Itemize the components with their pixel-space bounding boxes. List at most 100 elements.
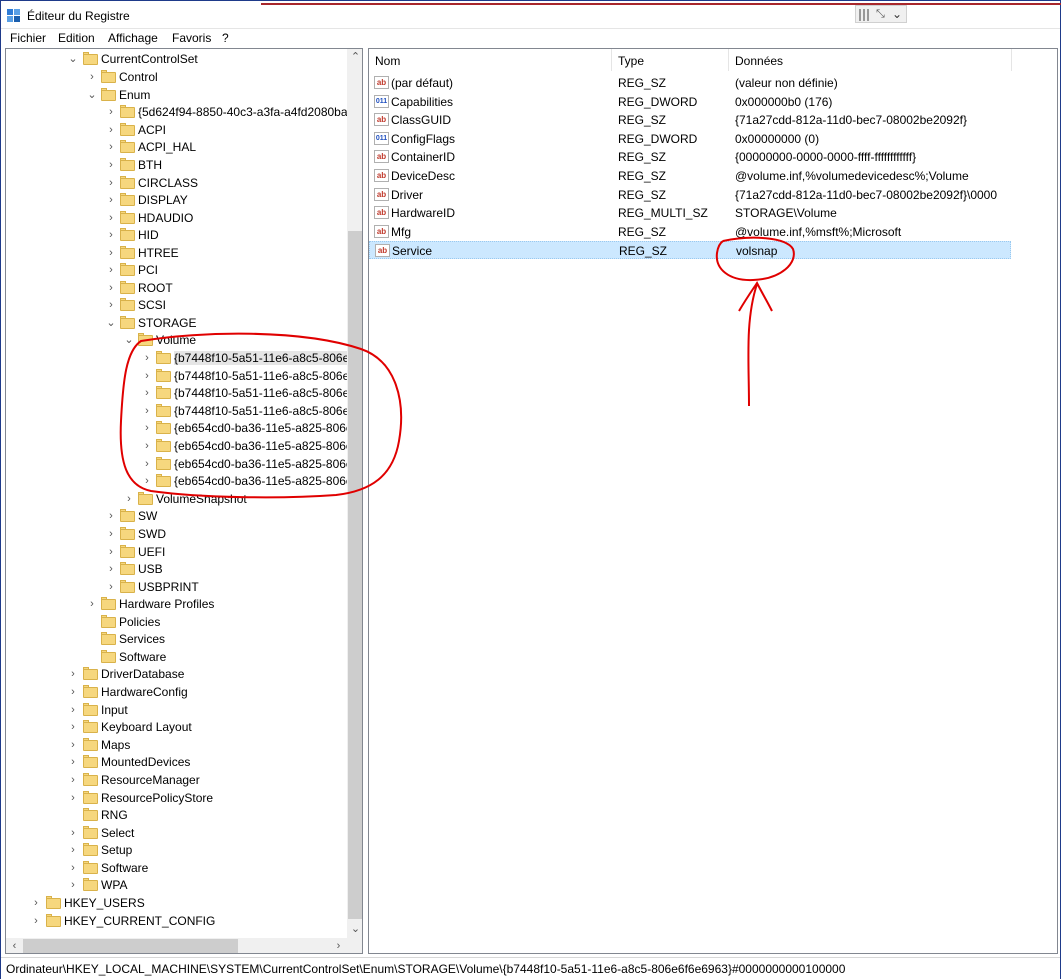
tree-scroll-thumb[interactable] [348, 231, 362, 919]
scroll-down-icon[interactable]: ⌄ [347, 921, 362, 938]
expand-chevron-icon[interactable]: › [67, 738, 79, 752]
expand-chevron-icon[interactable]: › [86, 70, 98, 84]
tree-item[interactable]: › DISPLAY [6, 192, 347, 209]
expand-chevron-icon[interactable]: › [67, 703, 79, 717]
expand-chevron-icon[interactable]: › [105, 263, 117, 277]
tree-item[interactable]: Policies [6, 614, 347, 631]
collapse-chevron-icon[interactable]: ⌄ [86, 88, 98, 102]
expand-chevron-icon[interactable]: › [67, 720, 79, 734]
expand-chevron-icon[interactable]: › [67, 878, 79, 892]
tree-item[interactable]: › Software [6, 860, 347, 877]
column-header-type[interactable]: Type [618, 54, 644, 68]
menu-fichier[interactable]: Fichier [10, 31, 46, 45]
tree-item[interactable]: › {eb654cd0-ba36-11e5-a825-806e6f6e6963}#… [6, 473, 362, 490]
expand-chevron-icon[interactable]: › [67, 861, 79, 875]
expand-chevron-icon[interactable]: › [105, 509, 117, 523]
tree-item[interactable]: › CIRCLASS [6, 175, 347, 192]
tree-item[interactable]: › {eb654cd0-ba36-11e5-a825-806e6f6e6963}#… [6, 420, 362, 437]
grid-icon[interactable] [859, 9, 871, 21]
tree-item[interactable]: › ACPI [6, 122, 347, 139]
expand-chevron-icon[interactable]: › [67, 685, 79, 699]
resize-icon[interactable]: ⤡ [876, 8, 885, 21]
tree-item[interactable]: › HardwareConfig [6, 684, 347, 701]
expand-chevron-icon[interactable]: › [105, 281, 117, 295]
tree-item[interactable]: › HID [6, 227, 347, 244]
expand-chevron-icon[interactable]: › [67, 773, 79, 787]
collapse-chevron-icon[interactable]: ⌄ [123, 333, 135, 347]
expand-chevron-icon[interactable]: › [105, 527, 117, 541]
column-separator[interactable] [611, 49, 612, 71]
expand-chevron-icon[interactable]: › [67, 755, 79, 769]
tree-item[interactable]: ⌄ Enum [6, 87, 347, 104]
tree-item[interactable]: › {b7448f10-5a51-11e6-a8c5-806e6f6e6963}#… [6, 350, 362, 367]
tree-item[interactable]: › {eb654cd0-ba36-11e5-a825-806e6f6e6963}#… [6, 438, 362, 455]
tree-item[interactable]: › HDAUDIO [6, 210, 347, 227]
tree-item[interactable]: › ROOT [6, 280, 347, 297]
value-row[interactable]: ab Driver REG_SZ {71a27cdd-812a-11d0-bec7-0… [369, 186, 1011, 204]
tree-item[interactable]: › PCI [6, 262, 347, 279]
tree-item[interactable]: ⌄ CurrentControlSet [6, 51, 347, 68]
expand-chevron-icon[interactable]: › [105, 298, 117, 312]
window-controls[interactable]: ⤡ ⌄ [855, 5, 907, 23]
collapse-chevron-icon[interactable]: ⌄ [67, 52, 79, 66]
menu-favoris[interactable]: Favoris [172, 31, 211, 45]
tree-item[interactable]: › {b7448f10-5a51-11e6-a8c5-806e6f6e6963}#… [6, 385, 362, 402]
tree-item[interactable]: › ResourceManager [6, 772, 347, 789]
tree-item[interactable]: › {5d624f94-8850-40c3-a3fa-a4fd2080baf3} [6, 104, 362, 121]
tree-item[interactable]: › Input [6, 702, 347, 719]
tree-item[interactable]: › ACPI_HAL [6, 139, 347, 156]
expand-chevron-icon[interactable]: › [105, 580, 117, 594]
expand-chevron-icon[interactable]: › [141, 404, 153, 418]
menu-edition[interactable]: Edition [58, 31, 95, 45]
value-row[interactable]: 011 ConfigFlags REG_DWORD 0x00000000 (0) [369, 130, 1011, 148]
tree-item[interactable]: Software [6, 649, 347, 666]
expand-chevron-icon[interactable]: › [141, 421, 153, 435]
tree-item[interactable]: › {eb654cd0-ba36-11e5-a825-806e6f6e6963}#… [6, 456, 362, 473]
tree-item[interactable]: › UEFI [6, 544, 347, 561]
expand-chevron-icon[interactable]: › [141, 351, 153, 365]
column-header-data[interactable]: Données [735, 54, 783, 68]
expand-chevron-icon[interactable]: › [105, 123, 117, 137]
tree-hscroll-thumb[interactable] [23, 939, 238, 953]
tree-item[interactable]: › SW [6, 508, 347, 525]
tree-item[interactable]: › ResourcePolicyStore [6, 790, 347, 807]
expand-chevron-icon[interactable]: › [67, 667, 79, 681]
value-row[interactable]: ab DeviceDesc REG_SZ @volume.inf,%volumedev… [369, 167, 1011, 185]
collapse-chevron-icon[interactable]: ⌄ [105, 316, 117, 330]
tree-item[interactable]: › Keyboard Layout [6, 719, 347, 736]
value-row[interactable]: ab Mfg REG_SZ @volume.inf,%msft%;Microsoft [369, 223, 1011, 241]
expand-chevron-icon[interactable]: › [105, 193, 117, 207]
tree-item[interactable]: › HKEY_CURRENT_CONFIG [6, 913, 347, 930]
expand-chevron-icon[interactable]: › [105, 158, 117, 172]
chevron-down-icon[interactable]: ⌄ [892, 7, 902, 21]
expand-chevron-icon[interactable]: › [67, 843, 79, 857]
expand-chevron-icon[interactable]: › [67, 791, 79, 805]
tree-item[interactable]: › VolumeSnapshot [6, 491, 347, 508]
expand-chevron-icon[interactable]: › [141, 457, 153, 471]
column-separator[interactable] [728, 49, 729, 71]
value-row[interactable]: ab Service REG_SZ volsnap [369, 241, 1011, 260]
scroll-up-icon[interactable]: ⌃ [347, 49, 362, 66]
menu-affichage[interactable]: Affichage [108, 31, 158, 45]
tree-item[interactable]: RNG [6, 807, 347, 824]
expand-chevron-icon[interactable]: › [123, 492, 135, 506]
tree-item[interactable]: › USB [6, 561, 347, 578]
column-header-name[interactable]: Nom [375, 54, 400, 68]
expand-chevron-icon[interactable]: › [105, 176, 117, 190]
tree-item[interactable]: › Control [6, 69, 347, 86]
value-row[interactable]: ab ClassGUID REG_SZ {71a27cdd-812a-11d0-bec… [369, 111, 1011, 129]
tree-item[interactable]: › HTREE [6, 245, 347, 262]
tree-item[interactable]: › Setup [6, 842, 347, 859]
tree-horizontal-scrollbar[interactable]: ‹ › [6, 938, 347, 953]
value-row[interactable]: 011 Capabilities REG_DWORD 0x000000b0 (176) [369, 93, 1011, 111]
expand-chevron-icon[interactable]: › [105, 211, 117, 225]
expand-chevron-icon[interactable]: › [86, 597, 98, 611]
expand-chevron-icon[interactable]: › [105, 246, 117, 260]
value-row[interactable]: ab ContainerID REG_SZ {00000000-0000-0000-f… [369, 148, 1011, 166]
tree-item[interactable]: ⌄ STORAGE [6, 315, 347, 332]
tree-item[interactable]: › MountedDevices [6, 754, 347, 771]
expand-chevron-icon[interactable]: › [141, 369, 153, 383]
expand-chevron-icon[interactable]: › [30, 914, 42, 928]
expand-chevron-icon[interactable]: › [67, 826, 79, 840]
tree-item[interactable]: ⌄ Volume [6, 332, 347, 349]
